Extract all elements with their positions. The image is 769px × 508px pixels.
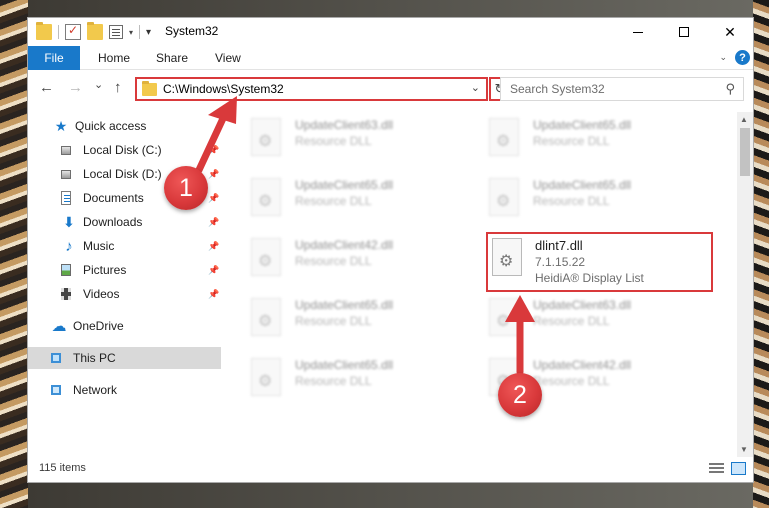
annotation-badge-2: 2 (498, 373, 542, 417)
arrow-1 (195, 108, 230, 174)
arrow-2-head (505, 295, 535, 322)
annotation-badge-1: 1 (164, 166, 208, 210)
annotation-arrows (195, 96, 535, 376)
